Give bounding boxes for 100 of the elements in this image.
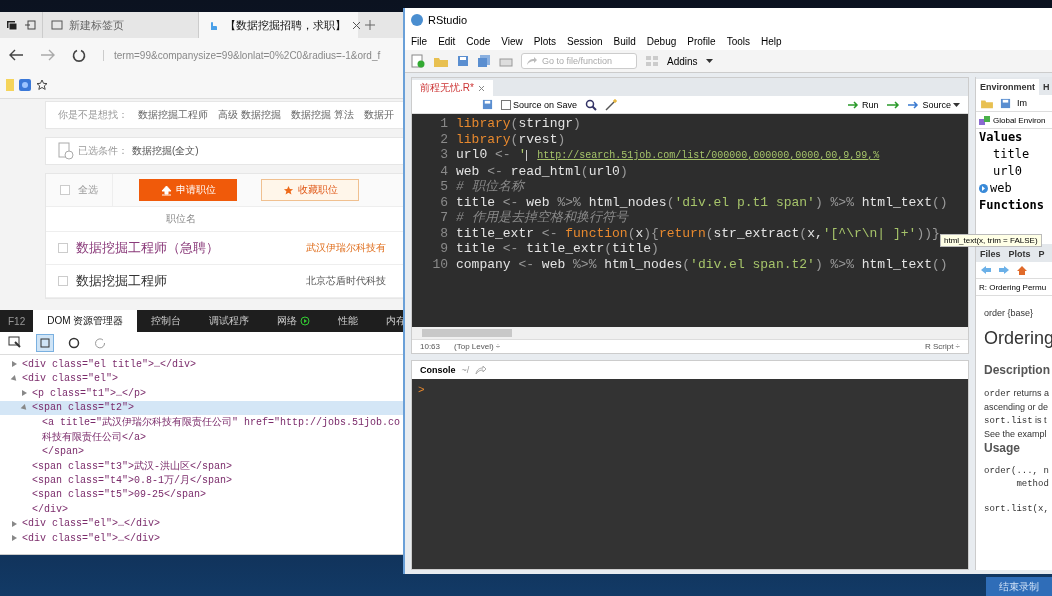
pane-tab[interactable]: P xyxy=(1034,246,1049,262)
refresh-icon[interactable] xyxy=(72,47,87,63)
scope-selector[interactable]: (Top Level) ÷ xyxy=(454,342,501,351)
dom-node[interactable]: <span class="t4">0.8-1万/月</span> xyxy=(0,473,405,488)
job-title-link[interactable]: 数据挖掘工程师 xyxy=(76,272,306,290)
filter-value: 数据挖掘(全文) xyxy=(132,144,199,158)
suggestion-link[interactable]: 数据挖掘 算法 xyxy=(290,108,354,122)
addins-menu[interactable]: Addins xyxy=(667,55,698,67)
save-all-icon[interactable] xyxy=(477,54,491,68)
print-icon[interactable] xyxy=(499,55,513,67)
dom-node[interactable]: <span class="t5">09-25</span> xyxy=(0,487,405,502)
rerun-icon[interactable] xyxy=(886,99,901,110)
environment-selector[interactable]: Global Environ xyxy=(993,115,1046,125)
suggestion-link[interactable]: 数据挖掘工程师 xyxy=(138,108,208,122)
highlight-toggle[interactable] xyxy=(36,334,54,352)
menu-item[interactable]: Debug xyxy=(646,35,677,47)
pane-tab[interactable]: Files xyxy=(976,246,1005,262)
caret-icon[interactable] xyxy=(705,59,713,63)
file-type-selector[interactable]: R Script ÷ xyxy=(924,342,960,351)
cubes-icon xyxy=(979,114,990,126)
suggestion-link[interactable]: 数据开 xyxy=(363,108,394,122)
variable-name[interactable]: url0 xyxy=(976,163,1052,180)
menu-item[interactable]: View xyxy=(501,35,523,47)
dom-node[interactable]: <div class="el"> xyxy=(0,371,405,386)
dom-node[interactable]: <div class="el">…</div> xyxy=(0,516,405,531)
console-title: Console xyxy=(420,365,456,375)
variable-name[interactable]: title xyxy=(976,146,1052,163)
menu-item[interactable]: Plots xyxy=(533,35,556,47)
save-button[interactable]: 收藏职位 xyxy=(261,179,359,201)
close-icon[interactable] xyxy=(352,20,361,30)
arrow-icon xyxy=(908,100,921,109)
file-tab[interactable]: 前程无忧.R* xyxy=(412,80,493,96)
menu-item[interactable]: File xyxy=(411,35,428,47)
new-tab-icon[interactable] xyxy=(364,19,376,31)
section-heading: Values xyxy=(978,129,1024,146)
close-icon[interactable] xyxy=(477,84,485,92)
select-element-icon[interactable] xyxy=(8,336,22,350)
help-heading: Ordering xyxy=(984,328,1052,349)
site-icon[interactable] xyxy=(19,79,31,91)
save-icon[interactable] xyxy=(1000,97,1011,109)
circle-icon[interactable] xyxy=(68,337,80,349)
forward-icon[interactable] xyxy=(40,48,56,62)
menu-item[interactable]: Tools xyxy=(726,35,750,47)
tab-back-icon[interactable] xyxy=(24,19,36,31)
tabs-icon[interactable] xyxy=(6,19,18,31)
menu-item[interactable]: Session xyxy=(567,35,603,47)
help-text: See the exampl xyxy=(984,428,1048,441)
dom-node[interactable]: <span class="t3">武汉-洪山区</span> xyxy=(0,458,405,473)
company-link[interactable]: 北京芯盾时代科技 xyxy=(306,274,386,288)
source-on-save-checkbox[interactable]: Source on Save xyxy=(501,99,578,110)
import-dataset-button[interactable]: Im xyxy=(1017,98,1027,108)
forward-icon[interactable] xyxy=(998,265,1010,275)
row-checkbox[interactable] xyxy=(58,276,68,286)
browser-tab[interactable]: 【数据挖掘招聘，求职】 xyxy=(198,12,358,38)
stop-recording-button[interactable]: 结束录制 xyxy=(986,577,1052,596)
code-line: title <- web %>% html_nodes('div.el p.t1 span') %>% html_text() xyxy=(456,194,948,210)
dom-node[interactable]: <p class="t1">…</p> xyxy=(0,386,405,401)
horizontal-scrollbar[interactable] xyxy=(412,327,968,339)
document-icon xyxy=(58,142,74,160)
home-icon[interactable] xyxy=(1016,264,1028,276)
help-package: order {base} xyxy=(984,308,1035,318)
menu-item[interactable]: Build xyxy=(613,35,636,47)
run-button[interactable]: Run xyxy=(847,99,879,110)
star-icon[interactable] xyxy=(36,79,48,91)
dom-node[interactable]: <a title="武汉伊瑞尔科技有限责任公司" href="http://jobs.51job.co xyxy=(0,415,405,430)
save-icon[interactable] xyxy=(457,55,469,67)
app-icon xyxy=(411,14,423,26)
row-checkbox[interactable] xyxy=(58,243,68,253)
suggestion-link[interactable]: 高级 数据挖掘 xyxy=(218,108,281,122)
menu-item[interactable]: Edit xyxy=(438,35,456,47)
variable-name[interactable]: web xyxy=(976,180,1052,197)
select-all-checkbox[interactable] xyxy=(60,185,70,195)
devtools-tab[interactable]: 性能 xyxy=(324,310,373,332)
job-title-link[interactable]: 数据挖掘工程师（急聘） xyxy=(76,239,306,257)
console-output[interactable]: > xyxy=(412,379,968,569)
pane-tab[interactable]: Plots xyxy=(1004,246,1035,262)
new-file-icon[interactable] xyxy=(411,54,425,68)
square-icon xyxy=(40,338,50,348)
help-section-title: Description xyxy=(984,363,1051,377)
wand-icon[interactable] xyxy=(605,98,618,111)
save-icon[interactable] xyxy=(482,99,493,110)
menu-item[interactable]: Profile xyxy=(687,35,716,47)
menu-item[interactable]: Code xyxy=(466,35,491,47)
dom-node[interactable]: <div class="el title">…</div> xyxy=(0,357,405,372)
dom-node[interactable]: <div class="el">…</div> xyxy=(0,531,405,546)
back-icon[interactable] xyxy=(8,48,24,62)
play-icon[interactable] xyxy=(979,184,988,193)
search-icon[interactable] xyxy=(585,98,598,111)
menu-item[interactable]: Help xyxy=(761,35,782,47)
arrow-icon[interactable] xyxy=(475,365,488,375)
devtools-tab[interactable]: 控制台 xyxy=(137,310,196,332)
devtools-tab[interactable]: 调试程序 xyxy=(195,310,264,332)
devtools-tab[interactable]: DOM 资源管理器 xyxy=(33,310,138,332)
devtools-tab[interactable]: 网络 xyxy=(263,310,325,332)
pane-tab[interactable]: H xyxy=(1039,79,1052,95)
source-button[interactable]: Source xyxy=(908,99,960,110)
pane-tab[interactable]: Environment xyxy=(976,79,1039,95)
dom-node[interactable]: <span class="t2"> xyxy=(0,400,405,415)
filter-label: 已选条件： xyxy=(78,144,128,158)
select-all-label: 全选 xyxy=(78,183,98,197)
